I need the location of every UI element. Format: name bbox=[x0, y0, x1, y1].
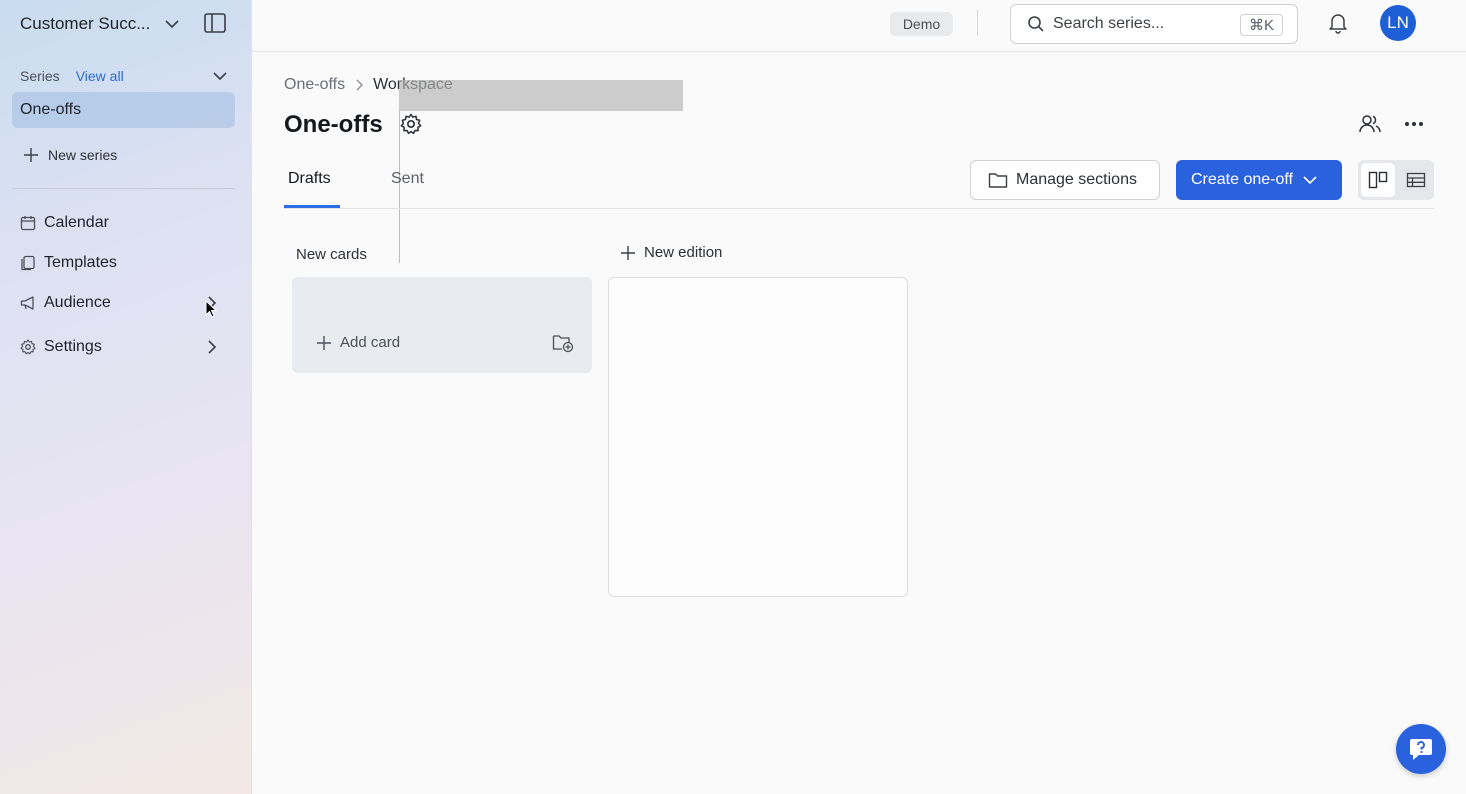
plus-icon bbox=[317, 335, 331, 350]
board-view-button[interactable] bbox=[1361, 163, 1395, 197]
chevron-right-icon bbox=[356, 79, 364, 91]
sidebar-item-one-offs[interactable]: One-offs bbox=[12, 92, 235, 128]
new-series-label: New series bbox=[48, 147, 118, 163]
search-placeholder: Search series... bbox=[1053, 15, 1165, 32]
new-edition-button[interactable]: New edition bbox=[620, 244, 722, 261]
gear-icon[interactable] bbox=[400, 113, 422, 135]
manage-sections-label: Manage sections bbox=[1016, 171, 1137, 188]
edition-column bbox=[608, 277, 908, 597]
add-card-label: Add card bbox=[340, 334, 401, 351]
new-series-button[interactable]: New series bbox=[22, 146, 117, 164]
manage-sections-button[interactable]: Manage sections bbox=[970, 160, 1160, 200]
search-input[interactable]: Search series... ⌘K bbox=[1010, 4, 1298, 44]
calendar-icon bbox=[20, 216, 36, 231]
sidebar-toggle-icon[interactable] bbox=[204, 13, 226, 33]
chevron-down-icon[interactable] bbox=[212, 68, 228, 84]
plus-icon bbox=[24, 148, 38, 162]
page-title: One-offs bbox=[284, 111, 383, 138]
drag-ghost bbox=[399, 80, 683, 111]
create-one-off-label: Create one-off bbox=[1191, 171, 1293, 188]
plus-icon bbox=[621, 245, 635, 260]
templates-icon bbox=[21, 255, 35, 271]
tab-sent[interactable]: Sent bbox=[391, 170, 424, 188]
help-chat-icon bbox=[1410, 739, 1432, 760]
sidebar-item-label: Templates bbox=[44, 254, 117, 271]
sidebar-item-settings[interactable]: Settings bbox=[20, 335, 225, 359]
avatar[interactable]: LN bbox=[1380, 5, 1416, 41]
sidebar-item-calendar[interactable]: Calendar bbox=[20, 211, 225, 235]
chevron-down-icon bbox=[1303, 176, 1317, 185]
people-icon[interactable] bbox=[1358, 113, 1382, 135]
view-toggle bbox=[1358, 160, 1434, 200]
gear-icon bbox=[20, 339, 36, 355]
sidebar: Customer Succ... Series View all One-off… bbox=[0, 0, 252, 794]
top-bar: Demo Search series... ⌘K LN bbox=[252, 0, 1466, 52]
workspace-switcher[interactable]: Customer Succ... bbox=[20, 12, 180, 36]
board-view-icon bbox=[1368, 171, 1388, 189]
mouse-cursor-icon bbox=[205, 300, 217, 318]
search-shortcut: ⌘K bbox=[1239, 14, 1283, 36]
bell-icon[interactable] bbox=[1328, 12, 1348, 34]
workspace-name: Customer Succ... bbox=[20, 14, 151, 33]
series-label: Series bbox=[20, 68, 60, 84]
breadcrumb-item[interactable]: One-offs bbox=[284, 76, 345, 94]
megaphone-icon bbox=[20, 296, 34, 310]
sidebar-item-label: Calendar bbox=[44, 214, 109, 231]
help-chat-button[interactable] bbox=[1396, 724, 1446, 774]
search-icon bbox=[1028, 16, 1044, 32]
chevron-right-icon bbox=[208, 340, 217, 354]
table-view-icon bbox=[1406, 172, 1426, 188]
chevron-down-icon bbox=[165, 20, 179, 29]
sidebar-item-templates[interactable]: Templates bbox=[20, 251, 225, 275]
sidebar-divider bbox=[12, 188, 235, 189]
sidebar-item-label: Settings bbox=[44, 338, 102, 355]
view-all-link[interactable]: View all bbox=[76, 68, 124, 84]
add-card-button[interactable]: Add card bbox=[316, 334, 400, 351]
sidebar-item-label: Audience bbox=[44, 294, 111, 311]
more-icon[interactable] bbox=[1404, 121, 1424, 127]
topbar-divider bbox=[977, 10, 978, 36]
table-view-button[interactable] bbox=[1400, 163, 1432, 197]
column-title: New cards bbox=[296, 246, 367, 263]
tab-drafts[interactable]: Drafts bbox=[288, 170, 331, 188]
series-header: Series View all bbox=[20, 67, 230, 85]
folder-icon bbox=[988, 173, 1008, 188]
folder-add-icon[interactable] bbox=[552, 333, 574, 353]
create-one-off-button[interactable]: Create one-off bbox=[1176, 160, 1342, 200]
demo-badge: Demo bbox=[890, 12, 953, 36]
new-cards-column: Add card bbox=[292, 277, 592, 373]
sidebar-item-label: One-offs bbox=[20, 101, 82, 118]
new-edition-label: New edition bbox=[644, 244, 723, 261]
sidebar-item-audience[interactable]: Audience bbox=[20, 291, 225, 315]
active-tab-indicator bbox=[284, 205, 340, 208]
